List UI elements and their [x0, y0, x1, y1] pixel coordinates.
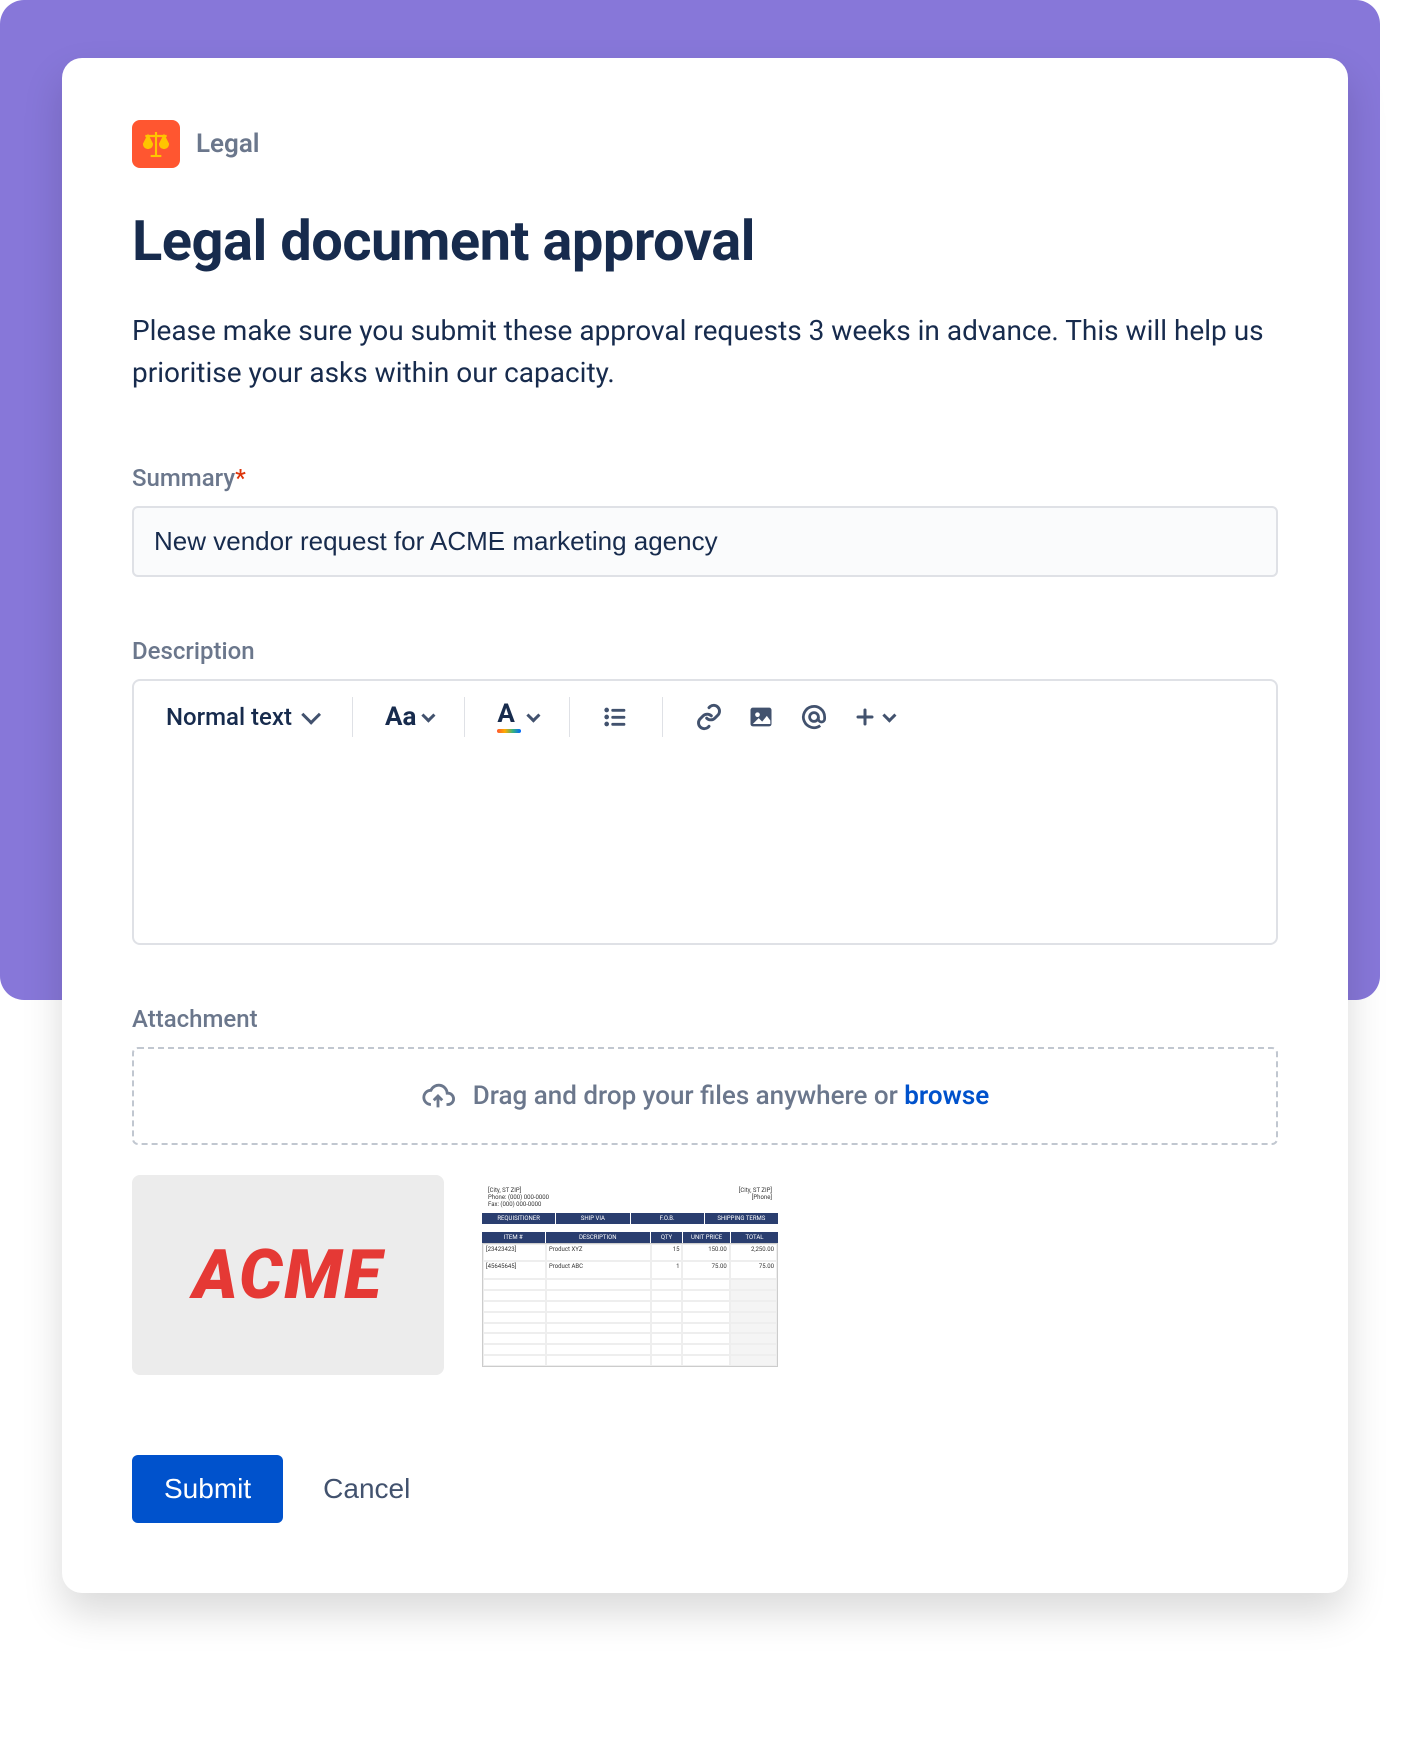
editor-toolbar: Normal text Aa A	[134, 681, 1276, 753]
chevron-down-icon	[883, 709, 897, 723]
aa-icon: Aa	[385, 702, 416, 732]
attachment-dropzone[interactable]: Drag and drop your files anywhere or bro…	[132, 1047, 1278, 1145]
upload-cloud-icon	[421, 1079, 455, 1113]
insert-dropdown[interactable]	[845, 697, 901, 737]
form-actions: Submit Cancel	[132, 1455, 1278, 1523]
attachment-thumbnails: ACME [City, ST ZIP] Phone: (000) 000-000…	[132, 1175, 1278, 1375]
browse-link[interactable]: browse	[904, 1081, 989, 1111]
description-editor: Normal text Aa A	[132, 679, 1278, 945]
toolbar-divider	[662, 697, 663, 737]
description-label: Description	[132, 637, 1278, 665]
attachment-thumbnail[interactable]: [City, ST ZIP] Phone: (000) 000-0000 Fax…	[474, 1175, 786, 1375]
summary-label: Summary*	[132, 464, 1278, 492]
text-format-dropdown[interactable]: Aa	[377, 697, 440, 737]
list-icon	[602, 703, 630, 731]
summary-label-text: Summary	[132, 464, 235, 492]
summary-input[interactable]	[132, 506, 1278, 577]
required-asterisk: *	[235, 464, 246, 492]
text-style-dropdown[interactable]: Normal text	[154, 697, 328, 737]
toolbar-divider	[352, 697, 353, 737]
scales-icon	[132, 120, 180, 168]
dropzone-text: Drag and drop your files anywhere or bro…	[473, 1081, 989, 1111]
image-icon	[747, 703, 775, 731]
link-button[interactable]	[687, 697, 731, 737]
acme-logo: ACME	[193, 1235, 383, 1315]
text-color-icon: A	[497, 701, 521, 733]
document-preview: [City, ST ZIP] Phone: (000) 000-0000 Fax…	[482, 1183, 778, 1367]
description-textarea[interactable]	[134, 753, 1276, 943]
project-header: Legal	[132, 120, 1278, 168]
form-card: Legal Legal document approval Please mak…	[62, 58, 1348, 1593]
cancel-button[interactable]: Cancel	[323, 1473, 410, 1505]
attachment-label: Attachment	[132, 1005, 1278, 1033]
toolbar-divider	[569, 697, 570, 737]
chevron-down-icon	[422, 709, 436, 723]
toolbar-divider	[464, 697, 465, 737]
mention-button[interactable]	[791, 697, 837, 737]
image-button[interactable]	[739, 697, 783, 737]
page-title: Legal document approval	[132, 208, 1278, 274]
attachment-thumbnail[interactable]: ACME	[132, 1175, 444, 1375]
list-button[interactable]	[594, 697, 638, 737]
submit-button[interactable]: Submit	[132, 1455, 283, 1523]
link-icon	[695, 703, 723, 731]
dropzone-prefix: Drag and drop your files anywhere or	[473, 1081, 905, 1111]
page-description: Please make sure you submit these approv…	[132, 310, 1278, 394]
text-color-dropdown[interactable]: A	[489, 697, 545, 737]
chevron-down-icon	[301, 705, 321, 725]
chevron-down-icon	[527, 709, 541, 723]
text-style-label: Normal text	[166, 703, 292, 731]
project-name: Legal	[196, 129, 260, 159]
plus-icon	[853, 705, 877, 729]
at-icon	[799, 702, 829, 732]
